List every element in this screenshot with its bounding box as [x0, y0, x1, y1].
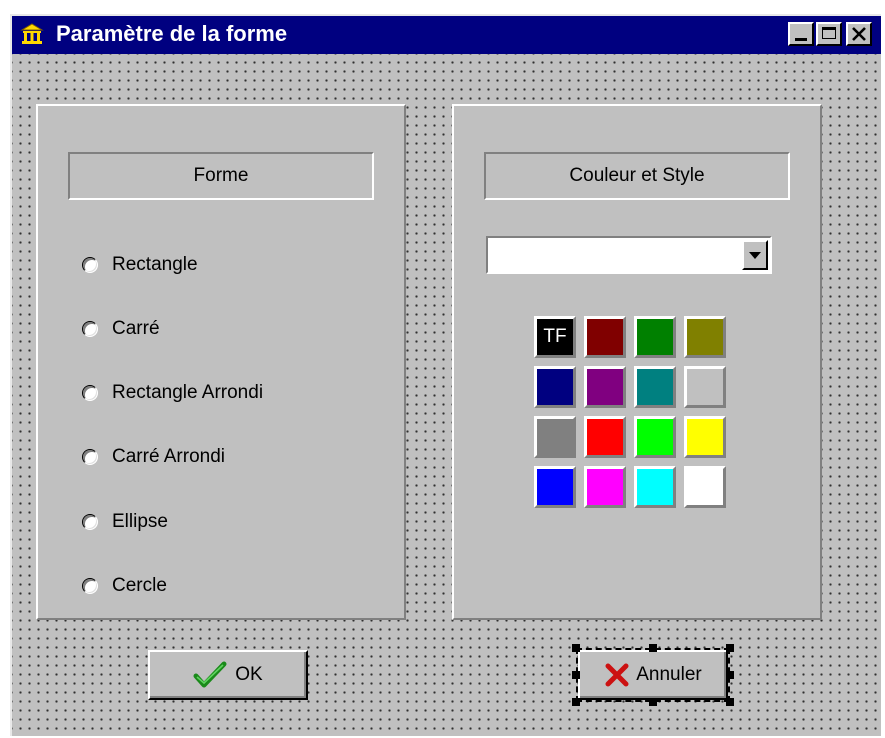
cancel-label: Annuler: [636, 664, 702, 685]
resize-handle[interactable]: [649, 698, 657, 706]
color-swatch[interactable]: [584, 416, 626, 458]
resize-handle[interactable]: [572, 698, 580, 706]
color-swatch-fill: [537, 469, 573, 505]
color-swatch-fill: [587, 369, 623, 405]
color-swatch[interactable]: [584, 316, 626, 358]
color-swatch[interactable]: [534, 366, 576, 408]
radio-button-icon[interactable]: [82, 321, 98, 337]
radio-button-icon[interactable]: [82, 449, 98, 465]
close-icon: [852, 27, 866, 41]
color-palette: TF: [534, 316, 734, 516]
color-swatch-fill: [587, 469, 623, 505]
color-swatch[interactable]: [684, 316, 726, 358]
resize-handle[interactable]: [649, 644, 657, 652]
radio-carre[interactable]: Carré: [82, 314, 160, 344]
resize-handle[interactable]: [572, 671, 580, 679]
color-swatch[interactable]: TF: [534, 316, 576, 358]
radio-rectangle[interactable]: Rectangle: [82, 250, 198, 280]
color-swatch-fill: [637, 369, 673, 405]
radio-label: Carré Arrondi: [112, 446, 225, 467]
resize-handle[interactable]: [572, 644, 580, 652]
maximize-button[interactable]: [816, 22, 842, 46]
resize-handle[interactable]: [726, 698, 734, 706]
radio-label: Rectangle Arrondi: [112, 382, 264, 403]
radio-button-icon[interactable]: [82, 578, 98, 594]
color-swatch-fill: [587, 319, 623, 355]
title-bar[interactable]: Paramètre de la forme: [12, 16, 881, 54]
radio-button-icon[interactable]: [82, 385, 98, 401]
color-swatch-fill: [587, 419, 623, 455]
shape-panel: Forme Rectangle Carré Rectangle Arrondi …: [36, 104, 406, 620]
color-swatch-fill: [637, 319, 673, 355]
cancel-button[interactable]: Annuler: [578, 650, 728, 700]
color-style-panel: Couleur et Style TF: [452, 104, 822, 620]
color-swatch-fill: [687, 469, 723, 505]
color-swatch[interactable]: [534, 416, 576, 458]
radio-ellipse[interactable]: Ellipse: [82, 507, 168, 537]
color-swatch-fill: [637, 419, 673, 455]
color-swatch-fill: TF: [537, 319, 573, 355]
color-swatch[interactable]: [584, 466, 626, 508]
shape-panel-header: Forme: [68, 152, 374, 200]
color-swatch-fill: [687, 369, 723, 405]
radio-button-icon[interactable]: [82, 257, 98, 273]
dialog-window: Paramètre de la forme Forme Rectangle Ca…: [10, 14, 881, 736]
resize-handle[interactable]: [726, 644, 734, 652]
color-swatch-fill: [637, 469, 673, 505]
radio-label: Rectangle: [112, 254, 198, 275]
color-swatch[interactable]: [634, 466, 676, 508]
radio-label: Cercle: [112, 575, 167, 596]
style-select[interactable]: [486, 236, 772, 274]
radio-button-icon[interactable]: [82, 514, 98, 530]
radio-cercle[interactable]: Cercle: [82, 571, 167, 601]
color-swatch-fill: [537, 419, 573, 455]
minimize-button[interactable]: [788, 22, 814, 46]
color-swatch[interactable]: [684, 416, 726, 458]
minimize-icon: [795, 38, 807, 41]
color-swatch[interactable]: [634, 366, 676, 408]
radio-label: Carré: [112, 318, 160, 339]
cross-icon: [605, 663, 629, 687]
color-style-panel-header: Couleur et Style: [484, 152, 790, 200]
maximize-icon: [822, 27, 836, 39]
color-swatch[interactable]: [634, 316, 676, 358]
radio-rectangle-arrondi[interactable]: Rectangle Arrondi: [82, 378, 263, 408]
color-swatch-fill: [687, 419, 723, 455]
color-swatch[interactable]: [634, 416, 676, 458]
ok-label: OK: [235, 664, 263, 685]
radio-carre-arrondi[interactable]: Carré Arrondi: [82, 442, 225, 472]
building-icon: [20, 22, 44, 46]
dialog-client-area: Forme Rectangle Carré Rectangle Arrondi …: [12, 54, 881, 736]
checkmark-icon: [193, 661, 227, 688]
chevron-down-icon: [749, 252, 761, 259]
window-title: Paramètre de la forme: [56, 21, 288, 46]
color-swatch-fill: [537, 369, 573, 405]
resize-handle[interactable]: [726, 671, 734, 679]
color-swatch-fill: [687, 319, 723, 355]
radio-label: Ellipse: [112, 511, 168, 532]
color-swatch[interactable]: [584, 366, 626, 408]
style-select-dropdown-button[interactable]: [742, 240, 768, 270]
close-button[interactable]: [846, 22, 872, 46]
ok-button[interactable]: OK: [148, 650, 308, 700]
color-swatch[interactable]: [534, 466, 576, 508]
swatch-label: TF: [543, 326, 567, 347]
color-swatch[interactable]: [684, 466, 726, 508]
color-swatch[interactable]: [684, 366, 726, 408]
